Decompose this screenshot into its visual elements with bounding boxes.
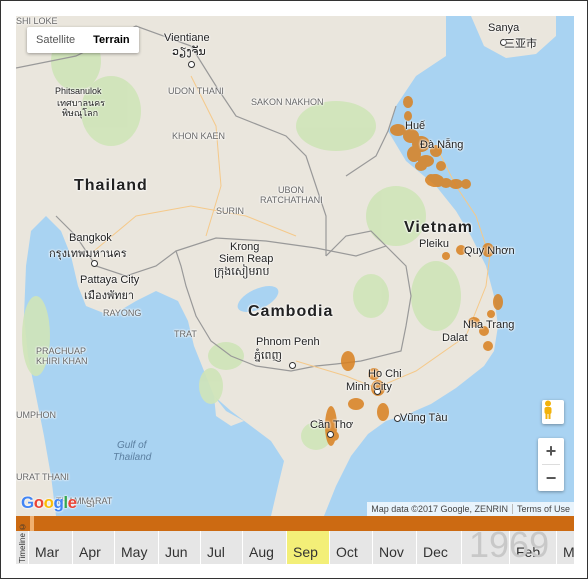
city-dot-bangkok[interactable] xyxy=(91,260,98,267)
map-data-text: Map data ©2017 Google, ZENRIN xyxy=(371,504,508,514)
timeline-month[interactable]: Aug xyxy=(242,531,285,564)
timeline-month[interactable]: Apr xyxy=(72,531,115,564)
city-dot-ho-chi-minh[interactable] xyxy=(374,388,381,395)
map-view[interactable]: Thailand Cambodia Vietnam Vientiane ວຽງຈ… xyxy=(16,16,574,516)
timeline-month[interactable]: Mar xyxy=(28,531,71,564)
timeline[interactable]: Timeline © Mar Apr May Jun Jul Aug Sep Oct Nov De… xyxy=(16,516,574,564)
city-dot-vung-tau[interactable] xyxy=(394,415,401,422)
map-canvas[interactable] xyxy=(16,16,574,516)
city-dot-phnom-penh[interactable] xyxy=(289,362,296,369)
timeline-month[interactable]: Ma xyxy=(556,531,574,564)
map-type-control: Satellite Terrain xyxy=(27,27,139,53)
zoom-out-button[interactable]: − xyxy=(538,465,564,491)
timeline-handle[interactable] xyxy=(30,516,34,531)
city-dot-vientiane[interactable] xyxy=(188,61,195,68)
map-type-satellite-button[interactable]: Satellite xyxy=(27,27,84,53)
zoom-control: + − xyxy=(538,438,564,491)
timeline-month[interactable]: May xyxy=(114,531,157,564)
app-frame: Thailand Cambodia Vietnam Vientiane ວຽງຈ… xyxy=(0,0,588,579)
city-dot-sanya[interactable] xyxy=(500,39,507,46)
timeline-month[interactable]: Nov xyxy=(372,531,415,564)
timeline-month[interactable]: Sep xyxy=(286,531,329,564)
terms-of-use-link[interactable]: Terms of Use xyxy=(511,504,574,514)
pegman-icon xyxy=(544,400,552,419)
map-attribution: Map data ©2017 Google, ZENRIN Terms of U… xyxy=(367,502,574,516)
zoom-in-button[interactable]: + xyxy=(538,438,564,464)
google-logo: Google xyxy=(21,493,77,512)
street-view-pegman-button[interactable] xyxy=(542,400,564,424)
map-type-terrain-button[interactable]: Terrain xyxy=(84,27,138,53)
city-dot-can-tho[interactable] xyxy=(327,431,334,438)
timeline-year: 1969 xyxy=(469,524,550,564)
timeline-month[interactable]: Oct xyxy=(329,531,372,564)
timeline-month[interactable]: Dec xyxy=(416,531,459,564)
timeline-month[interactable]: Jun xyxy=(158,531,201,564)
timeline-month[interactable]: Jul xyxy=(200,531,243,564)
land-hainan xyxy=(471,16,556,58)
